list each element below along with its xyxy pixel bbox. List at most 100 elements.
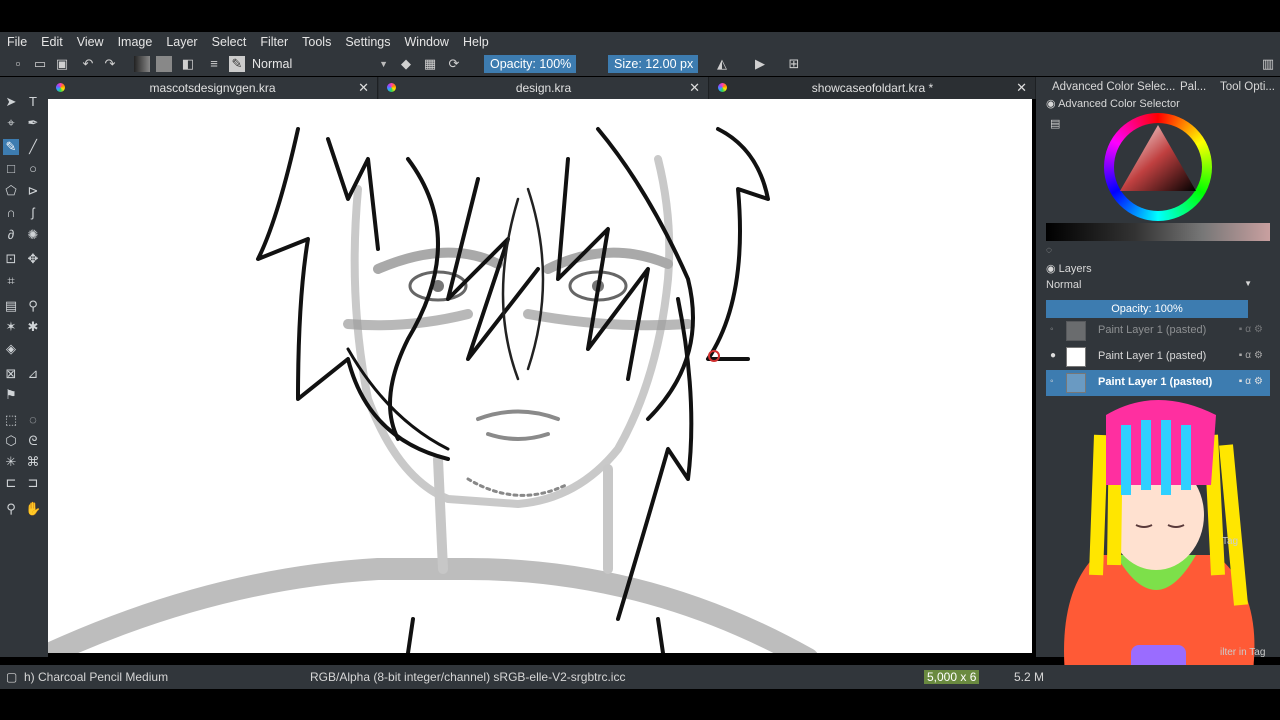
freehand-brush-icon[interactable]: ✎ <box>3 139 19 155</box>
undo-icon[interactable]: ↶ <box>80 56 96 72</box>
color-picker-icon[interactable]: ⚲ <box>25 298 41 314</box>
memory-usage: 5.2 M <box>1014 670 1045 684</box>
ellipse-select-icon[interactable]: ◌ <box>25 412 41 428</box>
tab-label: design.kra <box>515 81 572 95</box>
line-tool-icon[interactable]: ╱ <box>25 139 41 155</box>
menu-file[interactable]: File <box>0 35 34 49</box>
select-shapes-icon[interactable]: ➤ <box>3 94 19 110</box>
contiguous-select-icon[interactable]: ✳ <box>3 454 19 470</box>
color-triangle[interactable] <box>1116 121 1200 197</box>
calligraphy-icon[interactable]: ✒ <box>25 115 41 131</box>
color-swap-icon[interactable]: ◧ <box>180 56 196 72</box>
redo-icon[interactable]: ↷ <box>102 56 118 72</box>
rect-select-icon[interactable]: ⬚ <box>3 412 19 428</box>
menu-tools[interactable]: Tools <box>295 35 338 49</box>
enclose-fill-icon[interactable]: ◈ <box>3 341 19 357</box>
new-document-icon[interactable]: ▫ <box>10 56 26 72</box>
layer-lock-icon[interactable]: ▪α⚙ <box>1239 350 1266 361</box>
crop-tool-icon[interactable]: ⌗ <box>3 273 19 289</box>
layer-lock-icon[interactable]: ▪α⚙ <box>1239 376 1266 387</box>
layer-row[interactable]: ◦ Paint Layer 1 (pasted) ▪α⚙ <box>1046 318 1270 344</box>
menu-window[interactable]: Window <box>398 35 456 49</box>
layer-lock-icon[interactable]: ▪α⚙ <box>1239 324 1266 335</box>
visibility-icon[interactable]: ◦ <box>1050 324 1054 335</box>
text-tool-icon[interactable]: T <box>25 94 41 110</box>
multibrush-icon[interactable]: ✺ <box>25 227 41 243</box>
color-history-icon[interactable]: ◌ <box>1046 245 1052 256</box>
reference-images-icon[interactable]: ⚑ <box>3 387 19 403</box>
bezier-tool-icon[interactable]: ∩ <box>3 205 19 221</box>
zoom-tool-icon[interactable]: ⚲ <box>3 501 19 517</box>
menu-edit[interactable]: Edit <box>34 35 70 49</box>
tab-advanced-color-selector[interactable]: Advanced Color Selec... <box>1052 81 1175 93</box>
tab-palette[interactable]: Pal... <box>1180 81 1206 93</box>
layer-opacity-slider[interactable]: Opacity: 100% <box>1046 300 1248 318</box>
visibility-icon[interactable]: ● <box>1050 350 1056 361</box>
tab-tool-options[interactable]: Tool Opti... <box>1220 81 1275 93</box>
eraser-icon[interactable]: ◆ <box>398 56 414 72</box>
mirror-vertical-icon[interactable]: ▶ <box>752 56 768 72</box>
menu-settings[interactable]: Settings <box>338 35 397 49</box>
mirror-horizontal-icon[interactable]: ◭ <box>714 56 730 72</box>
measure-tool-icon[interactable]: ⊿ <box>25 366 41 382</box>
tab-showcaseofoldart[interactable]: showcaseofoldart.kra * ✕ <box>710 77 1036 99</box>
tab-design[interactable]: design.kra ✕ <box>379 77 709 99</box>
fill-tool-icon[interactable]: ✱ <box>25 319 41 335</box>
menu-help[interactable]: Help <box>456 35 496 49</box>
brush-preset-name[interactable]: h) Charcoal Pencil Medium <box>24 670 168 684</box>
selector-settings-icon[interactable]: ▤ <box>1050 117 1060 130</box>
bottom-black-bar <box>0 689 1280 720</box>
edit-shapes-icon[interactable]: ⌖ <box>3 115 19 131</box>
opacity-slider[interactable]: Opacity: 100% <box>484 55 576 73</box>
open-folder-icon[interactable]: ▭ <box>32 56 48 72</box>
brush-preset-icon[interactable]: ✎ <box>229 56 245 72</box>
freehand-select-icon[interactable]: ᘓ <box>25 433 41 449</box>
transform-tool-icon[interactable]: ⊡ <box>3 251 19 267</box>
polygon-select-icon[interactable]: ⬡ <box>3 433 19 449</box>
layer-thumbnail <box>1066 373 1086 393</box>
close-icon[interactable]: ✕ <box>1016 80 1027 96</box>
layer-row-selected[interactable]: ◦ Paint Layer 1 (pasted) ▪α⚙ <box>1046 370 1270 396</box>
ellipse-tool-icon[interactable]: ○ <box>25 161 41 177</box>
reload-preset-icon[interactable]: ⟳ <box>446 56 462 72</box>
magnetic-select-icon[interactable]: ⊐ <box>25 475 41 491</box>
bezier-select-icon[interactable]: ⊏ <box>3 475 19 491</box>
alpha-lock-icon[interactable]: ▦ <box>422 56 438 72</box>
close-icon[interactable]: ✕ <box>358 80 369 96</box>
visibility-icon[interactable]: ◦ <box>1050 376 1054 387</box>
menu-image[interactable]: Image <box>111 35 160 49</box>
tag-label[interactable]: Tag <box>1222 536 1238 547</box>
layer-blend-select[interactable]: Normal ▼ <box>1046 279 1256 295</box>
move-tool-icon[interactable]: ✥ <box>25 251 41 267</box>
save-icon[interactable]: ▣ <box>54 56 70 72</box>
image-dimensions[interactable]: 5,000 x 6 <box>924 670 980 684</box>
filter-in-tag-label[interactable]: ilter in Tag <box>1220 647 1265 658</box>
polygon-tool-icon[interactable]: ⬠ <box>3 183 19 199</box>
similar-select-icon[interactable]: ⌘ <box>25 454 41 470</box>
pattern-icon[interactable] <box>156 56 172 72</box>
dynamic-brush-icon[interactable]: ∂ <box>3 227 19 243</box>
lightness-strip[interactable] <box>1046 223 1270 241</box>
blend-mode-select[interactable]: Normal ▼ <box>250 55 390 73</box>
workspace-icon[interactable]: ▥ <box>1260 56 1276 72</box>
freehand-path-icon[interactable]: ʃ <box>25 205 41 221</box>
assistant-tool-icon[interactable]: ⊠ <box>3 366 19 382</box>
menu-filter[interactable]: Filter <box>253 35 295 49</box>
drawing-canvas[interactable] <box>48 99 1032 653</box>
brush-size-slider[interactable]: Size: 12.00 px <box>608 55 698 73</box>
pan-tool-icon[interactable]: ✋ <box>25 501 41 517</box>
gradient-icon[interactable] <box>134 56 150 72</box>
wrap-around-icon[interactable]: ⊞ <box>786 56 802 72</box>
menu-select[interactable]: Select <box>205 35 254 49</box>
brush-settings-icon[interactable]: ≡ <box>206 56 222 72</box>
rectangle-tool-icon[interactable]: □ <box>3 161 19 177</box>
menu-view[interactable]: View <box>70 35 111 49</box>
smart-patch-icon[interactable]: ✶ <box>3 319 19 335</box>
layer-row[interactable]: ● Paint Layer 1 (pasted) ▪α⚙ <box>1046 344 1270 370</box>
menu-layer[interactable]: Layer <box>159 35 204 49</box>
layers-title-label: Layers <box>1058 263 1092 275</box>
polyline-tool-icon[interactable]: ⊳ <box>25 183 41 199</box>
gradient-tool-icon[interactable]: ▤ <box>3 298 19 314</box>
tab-mascotsdesignvgen[interactable]: mascotsdesignvgen.kra ✕ <box>48 77 378 99</box>
close-icon[interactable]: ✕ <box>689 80 700 96</box>
